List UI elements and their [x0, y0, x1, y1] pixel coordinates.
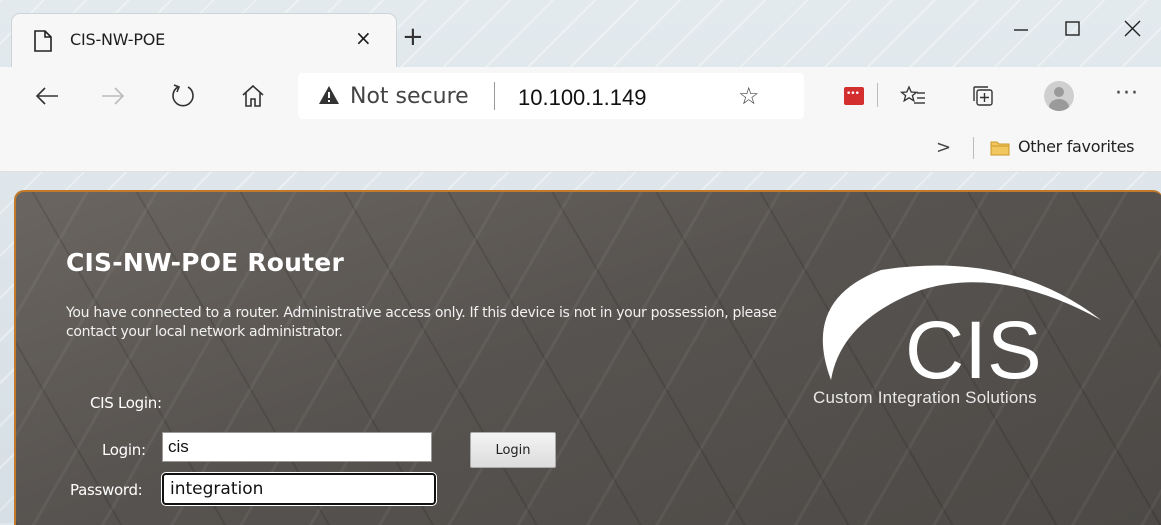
toolbar-divider — [877, 83, 878, 107]
profile-avatar-icon[interactable] — [1044, 81, 1074, 111]
minimize-button[interactable] — [1000, 14, 1040, 44]
favorites-overflow-chevron-icon[interactable]: > — [936, 137, 951, 158]
other-favorites-link[interactable]: Other favorites — [1018, 137, 1135, 156]
router-login-page: CIS-NW-POE Router You have connected to … — [14, 190, 1161, 525]
login-input[interactable] — [162, 432, 432, 462]
tab-title: CIS-NW-POE — [70, 30, 166, 49]
close-icon — [1124, 20, 1141, 37]
logo-tagline: Custom Integration Solutions — [813, 388, 1037, 407]
access-notice: You have connected to a router. Administ… — [66, 305, 777, 340]
tab-strip: CIS-NW-POE × + — [0, 0, 1161, 67]
close-window-button[interactable] — [1112, 14, 1152, 44]
address-bar[interactable]: Not secure 10.100.1.149 ☆ — [298, 73, 804, 119]
home-icon — [242, 84, 264, 107]
back-arrow-icon — [35, 87, 58, 105]
collections-button[interactable] — [966, 79, 1000, 113]
home-button[interactable] — [236, 79, 270, 113]
url-text[interactable]: 10.100.1.149 — [518, 85, 646, 111]
refresh-button[interactable] — [166, 79, 200, 113]
forward-arrow-icon — [102, 87, 125, 105]
login-field-label: Login: — [102, 441, 146, 459]
maximize-button[interactable] — [1052, 14, 1092, 44]
favorite-star-icon[interactable]: ☆ — [738, 82, 760, 110]
warning-icon — [319, 86, 339, 104]
favorites-list-icon — [900, 85, 925, 104]
login-section-label: CIS Login: — [90, 394, 162, 412]
more-options-icon[interactable]: ··· — [1115, 81, 1139, 106]
tab-close-icon[interactable]: × — [355, 28, 372, 48]
back-button[interactable] — [30, 79, 64, 113]
favorites-bar: > Other favorites — [0, 125, 1161, 172]
browser-tab[interactable]: CIS-NW-POE × — [12, 14, 396, 67]
favorites-button[interactable] — [896, 79, 930, 113]
forward-button[interactable] — [96, 79, 130, 113]
minimize-icon — [1014, 29, 1028, 31]
maximize-icon — [1065, 21, 1080, 36]
browser-toolbar: Not secure 10.100.1.149 ☆ ··· — [0, 67, 1161, 125]
page-title: CIS-NW-POE Router — [66, 248, 344, 277]
refresh-icon — [172, 84, 194, 107]
folder-icon — [990, 141, 1010, 156]
address-divider — [494, 82, 495, 110]
page-icon — [34, 30, 52, 52]
password-input[interactable] — [161, 472, 437, 506]
cis-logo-letters: CIS — [905, 305, 1042, 396]
security-status[interactable]: Not secure — [350, 84, 469, 109]
new-tab-icon[interactable]: + — [402, 24, 424, 50]
favorites-divider — [973, 137, 974, 159]
password-field-label: Password: — [70, 481, 143, 499]
login-button[interactable]: Login — [470, 432, 556, 468]
collections-icon — [973, 86, 993, 106]
password-manager-extension-icon[interactable] — [844, 87, 864, 105]
